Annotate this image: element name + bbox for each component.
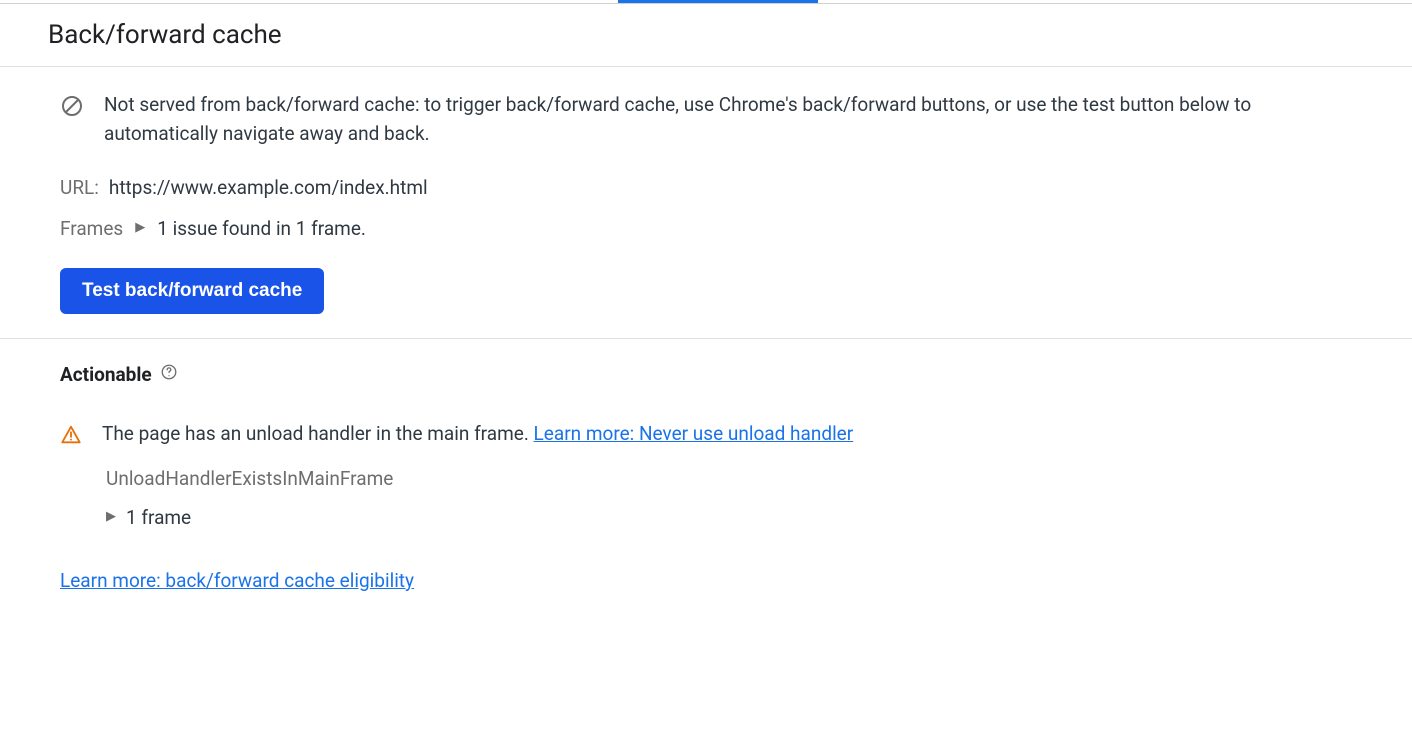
issue-code: UnloadHandlerExistsInMainFrame bbox=[106, 467, 1352, 490]
issue-description: The page has an unload handler in the ma… bbox=[102, 422, 534, 445]
page-title: Back/forward cache bbox=[48, 20, 1364, 50]
main-section: Not served from back/forward cache: to t… bbox=[0, 67, 1412, 339]
frames-summary: 1 issue found in 1 frame. bbox=[157, 217, 366, 240]
issue-text: The page has an unload handler in the ma… bbox=[102, 422, 853, 445]
bfcache-panel: Back/forward cache Not served from back/… bbox=[0, 3, 1412, 616]
test-bfcache-button[interactable]: Test back/forward cache bbox=[60, 268, 324, 314]
actionable-section: Actionable The page has an unload handle… bbox=[0, 339, 1412, 616]
url-value: https://www.example.com/index.html bbox=[109, 176, 428, 199]
warning-icon bbox=[60, 424, 82, 451]
url-row: URL: https://www.example.com/index.html bbox=[60, 176, 1352, 199]
issue-frames-count: 1 frame bbox=[126, 506, 191, 529]
actionable-title: Actionable bbox=[60, 363, 152, 386]
issue-learn-more-link[interactable]: Learn more: Never use unload handler bbox=[534, 422, 854, 445]
issue-row: The page has an unload handler in the ma… bbox=[60, 422, 1352, 451]
panel-header: Back/forward cache bbox=[0, 4, 1412, 67]
disclosure-triangle-icon[interactable]: ▶ bbox=[135, 220, 145, 235]
actionable-header: Actionable bbox=[60, 363, 1352, 386]
info-message-text: Not served from back/forward cache: to t… bbox=[104, 91, 1352, 148]
frames-label: Frames bbox=[60, 217, 123, 240]
url-label: URL: bbox=[60, 176, 99, 199]
bfcache-eligibility-link[interactable]: Learn more: back/forward cache eligibili… bbox=[60, 569, 414, 592]
frames-row[interactable]: Frames ▶ 1 issue found in 1 frame. bbox=[60, 217, 1352, 240]
issue-frames-row[interactable]: ▶ 1 frame bbox=[106, 506, 1352, 529]
disclosure-triangle-icon[interactable]: ▶ bbox=[106, 509, 116, 524]
help-icon[interactable] bbox=[160, 363, 178, 386]
info-message-row: Not served from back/forward cache: to t… bbox=[60, 91, 1352, 148]
unavailable-icon bbox=[60, 94, 84, 123]
